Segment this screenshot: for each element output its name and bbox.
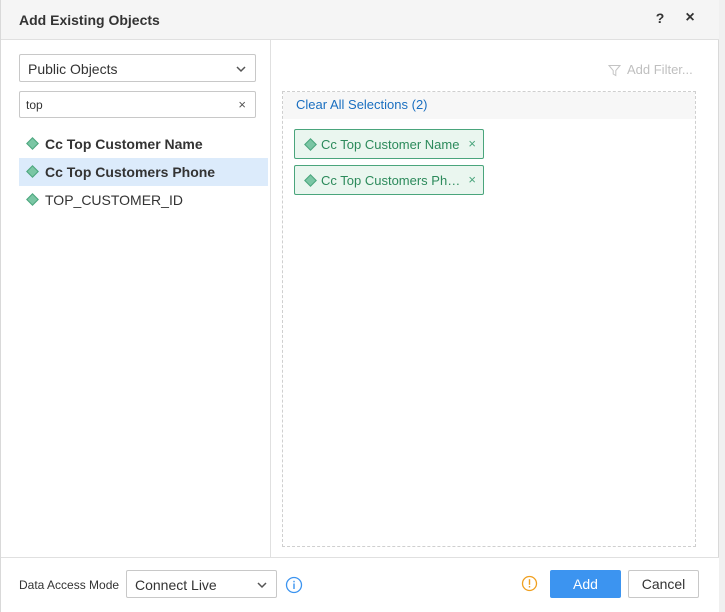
- search-input[interactable]: [26, 95, 226, 115]
- chip-label: Cc Top Customers Ph…: [321, 173, 461, 188]
- object-source-select[interactable]: Public Objects: [19, 54, 256, 82]
- list-item[interactable]: Cc Top Customer Name: [19, 130, 268, 158]
- data-access-mode-label: Data Access Mode: [19, 578, 120, 592]
- add-filter-label: Add Filter...: [627, 62, 693, 77]
- selection-header: Clear All Selections (2): [283, 92, 695, 119]
- diamond-icon: [304, 138, 317, 151]
- object-browser-panel: Public Objects × Cc Top Customer Name Cc…: [1, 40, 271, 557]
- close-icon[interactable]: ×: [682, 10, 698, 28]
- chip-label: Cc Top Customer Name: [321, 137, 460, 152]
- filter-icon: [607, 65, 622, 77]
- help-icon[interactable]: ?: [652, 10, 668, 28]
- dialog-footer: Data Access Mode Connect Live Add Cancel: [1, 557, 720, 612]
- chevron-down-icon: [257, 582, 267, 589]
- add-filter-button[interactable]: Add Filter...: [607, 62, 693, 77]
- remove-chip-icon[interactable]: ×: [468, 136, 476, 151]
- data-access-mode-select[interactable]: Connect Live: [126, 570, 277, 598]
- list-item[interactable]: TOP_CUSTOMER_ID: [19, 186, 268, 214]
- list-item-label: TOP_CUSTOMER_ID: [45, 192, 183, 208]
- warning-icon: [521, 575, 538, 592]
- dialog-title: Add Existing Objects: [19, 12, 160, 28]
- search-box: ×: [19, 91, 256, 118]
- selected-object-chip: Cc Top Customer Name ×: [294, 129, 484, 159]
- object-list: Cc Top Customer Name Cc Top Customers Ph…: [19, 130, 268, 214]
- cancel-button[interactable]: Cancel: [628, 570, 699, 598]
- selection-panel: Add Filter... Clear All Selections (2) C…: [272, 40, 720, 557]
- diamond-icon: [26, 165, 39, 178]
- diamond-icon: [26, 137, 39, 150]
- selected-objects-area: Clear All Selections (2) Cc Top Customer…: [282, 91, 696, 547]
- selected-object-chip: Cc Top Customers Ph… ×: [294, 165, 484, 195]
- diamond-icon: [26, 193, 39, 206]
- object-source-value: Public Objects: [28, 61, 118, 77]
- add-existing-objects-dialog: Add Existing Objects ? × Public Objects …: [0, 0, 720, 612]
- clear-all-selections-link[interactable]: Clear All Selections (2): [296, 97, 428, 112]
- list-item[interactable]: Cc Top Customers Phone: [19, 158, 268, 186]
- chevron-down-icon: [236, 66, 246, 73]
- remove-chip-icon[interactable]: ×: [468, 172, 476, 187]
- data-access-mode-value: Connect Live: [135, 577, 217, 593]
- dialog-header: Add Existing Objects ? ×: [1, 0, 720, 40]
- clear-search-icon[interactable]: ×: [238, 97, 246, 112]
- add-button[interactable]: Add: [550, 570, 621, 598]
- info-icon[interactable]: [285, 576, 303, 594]
- list-item-label: Cc Top Customer Name: [45, 136, 203, 152]
- window-edge: [719, 0, 725, 612]
- diamond-icon: [304, 174, 317, 187]
- list-item-label: Cc Top Customers Phone: [45, 164, 216, 180]
